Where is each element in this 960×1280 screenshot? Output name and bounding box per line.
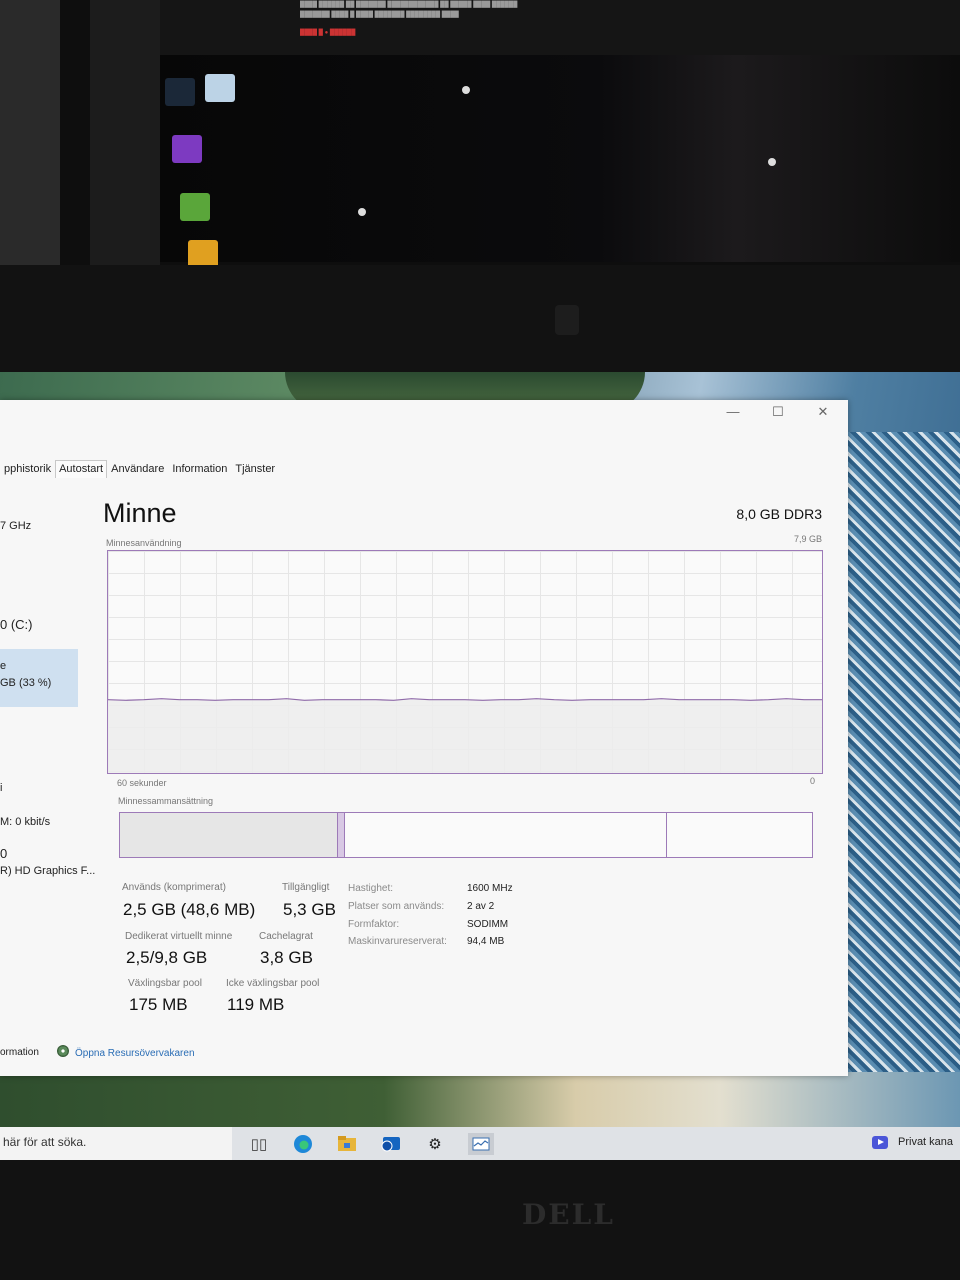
sidebar-item-memory-label: e (0, 660, 7, 672)
private-channel-label[interactable]: Privat kana (898, 1136, 953, 1148)
time-axis-right-label: 0 (810, 776, 816, 786)
speed-value: 1600 MHz (467, 883, 513, 894)
slots-value: 2 av 2 (467, 901, 495, 912)
performance-sidebar: 7 GHz e GB (33 %) 0 (C:) i M: 0 kbit/s 0… (0, 500, 95, 1040)
recycle-bin-icon[interactable] (205, 74, 235, 102)
hardware-reserved-label: Maskinvarureserverat: (348, 936, 447, 947)
memory-usage-line (108, 698, 822, 701)
taskbar: här för att söka. ▯▯ ⚙ Privat kana (0, 1127, 960, 1160)
tab-app-history[interactable]: pphistorik (0, 460, 55, 478)
tab-startup[interactable]: Autostart (55, 460, 108, 478)
committed-label: Dedikerat virtuellt minne (125, 931, 233, 942)
private-channel-icon[interactable] (872, 1136, 888, 1149)
in-use-label: Används (komprimerat) (122, 882, 226, 893)
sidebar-item-wifi-speed: M: 0 kbit/s (0, 816, 51, 828)
folder-icon[interactable] (188, 240, 218, 268)
time-axis-left-label: 60 sekunder (117, 778, 167, 788)
slots-label: Platser som används: (348, 901, 445, 912)
green-app-icon[interactable] (180, 193, 210, 221)
nonpaged-pool-label: Icke växlingsbar pool (226, 978, 320, 989)
sidebar-item-disk[interactable]: 0 (C:) (0, 617, 33, 632)
task-manager-taskbar-icon[interactable] (468, 1133, 494, 1155)
memory-usage-graph (107, 550, 823, 774)
sidebar-item-gpu[interactable]: 0 (0, 846, 7, 861)
dell-logo: DELL (522, 1198, 615, 1231)
composition-free (666, 813, 811, 857)
in-use-value: 2,5 GB (48,6 MB) (123, 900, 256, 919)
hardware-reserved-value: 94,4 MB (467, 936, 505, 947)
snowflake (358, 208, 366, 216)
memory-composition-label: Minnessammansättning (118, 796, 214, 806)
cached-value: 3,8 GB (260, 948, 313, 967)
upper-monitor-blurred-line-3: ████ █ ● ██████ (300, 30, 356, 36)
upper-monitor: ████ ██████ ██ ███████ ████████████ ██ █… (0, 0, 960, 268)
tab-users[interactable]: Användare (107, 460, 168, 478)
memory-total-spec: 8,0 GB DDR3 (736, 506, 822, 522)
edge-icon[interactable] (292, 1133, 314, 1155)
upper-monitor-blurred-line-1: ████ ██████ ██ ███████ ████████████ ██ █… (300, 2, 518, 8)
cached-label: Cachelagrat (259, 931, 313, 942)
resource-monitor-icon (57, 1045, 69, 1057)
steam-icon[interactable] (165, 78, 195, 106)
available-value: 5,3 GB (283, 900, 336, 919)
webcam (555, 305, 579, 335)
tab-details[interactable]: Information (168, 460, 231, 478)
mail-icon[interactable] (380, 1133, 402, 1155)
memory-max-label: 7,9 GB (793, 534, 822, 544)
tab-services[interactable]: Tjänster (231, 460, 279, 478)
snowflake (462, 86, 470, 94)
open-resource-monitor-link[interactable]: Öppna Resursövervakaren (75, 1048, 195, 1059)
committed-value: 2,5/9,8 GB (126, 948, 208, 967)
task-view-icon[interactable]: ▯▯ (248, 1133, 270, 1155)
composition-in-use (120, 813, 338, 857)
settings-gear-icon[interactable]: ⚙ (424, 1133, 446, 1155)
search-placeholder: här för att söka. (3, 1135, 87, 1149)
purple-app-icon[interactable] (172, 135, 202, 163)
tab-bar: pphistorik Autostart Användare Informati… (0, 460, 279, 478)
taskbar-search-box[interactable]: här för att söka. (0, 1127, 232, 1160)
upper-monitor-window: ████ ██████ ██ ███████ ████████████ ██ █… (160, 0, 960, 55)
sidebar-item-memory-usage: GB (33 %) (0, 677, 52, 689)
minimize-button[interactable]: — (716, 404, 750, 419)
snowflake (768, 158, 776, 166)
maximize-button[interactable]: ☐ (761, 404, 795, 420)
task-manager-window: — ☐ ✕ pphistorik Autostart Användare Inf… (0, 400, 848, 1076)
upper-monitor-side (0, 0, 60, 265)
sidebar-item-cpu-speed[interactable]: 7 GHz (0, 520, 31, 532)
memory-usage-fill (108, 699, 822, 773)
upper-monitor-blurred-line-2: ███████ ████ █ ████ ███████ ████████ ███… (300, 12, 459, 18)
form-factor-label: Formfaktor: (348, 919, 400, 930)
close-button[interactable]: ✕ (806, 404, 840, 420)
form-factor-value: SODIMM (467, 919, 509, 930)
fewer-details-link[interactable]: ormation (0, 1047, 39, 1058)
nonpaged-pool-value: 119 MB (227, 995, 285, 1014)
file-explorer-icon[interactable] (336, 1133, 358, 1155)
composition-modified (337, 813, 345, 857)
composition-standby (344, 813, 667, 857)
speed-label: Hastighet: (348, 883, 394, 894)
sidebar-item-gpu-name: R) HD Graphics F... (0, 865, 96, 877)
page-title: Minne (103, 498, 177, 528)
paged-pool-value: 175 MB (129, 995, 188, 1014)
wallpaper-beach (0, 1072, 960, 1132)
sidebar-item-wifi[interactable]: i (0, 782, 2, 794)
memory-composition-bar (119, 812, 813, 858)
available-label: Tillgängligt (282, 882, 330, 893)
memory-usage-label: Minnesanvändning (106, 538, 182, 548)
upper-monitor-stand (90, 0, 160, 265)
paged-pool-label: Växlingsbar pool (128, 978, 202, 989)
